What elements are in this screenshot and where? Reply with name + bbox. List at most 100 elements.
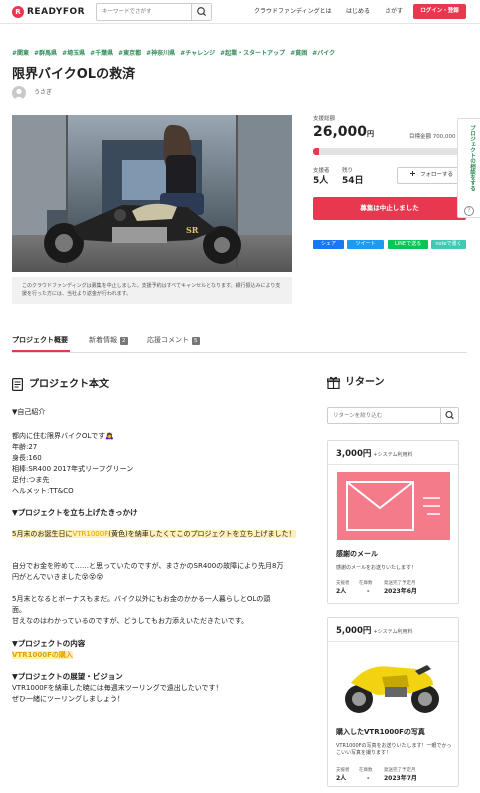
reward-price: 3,000円 +システム利用料 — [336, 449, 413, 459]
reward-stock: - — [367, 588, 370, 595]
why-heading: ▼プロジェクトを立ち上げたきっかけ — [12, 508, 138, 517]
card-divider — [328, 641, 458, 642]
intro-line: 年齢:27 — [12, 443, 38, 451]
search-box — [96, 3, 212, 21]
intro-line: 都内に住む限界バイクOLです🙇‍♀️ — [12, 432, 114, 440]
search-input[interactable] — [102, 4, 188, 20]
intro-line: 身長:160 — [12, 454, 42, 462]
remaining-days: 54日 — [342, 176, 364, 186]
reward-filter-button[interactable] — [440, 408, 458, 423]
why-paragraph: 面。 — [12, 606, 26, 614]
why-paragraph: 自分でお金を貯めて……と思っていたのですが、まさかのSR400の故障により先月8… — [12, 562, 284, 570]
consult-label: プロジェクトの相談をする — [469, 125, 475, 191]
tag-link[interactable]: #バイク — [312, 50, 335, 57]
document-icon — [12, 378, 24, 393]
tab-news[interactable]: 新着情報 2 — [89, 336, 128, 345]
consult-side-tab[interactable]: プロジェクトの相談をする ? — [457, 118, 480, 218]
reward-description: VTR1000Fの写真をお送りいたします！一眼でかっこいい写真を撮ります！ — [336, 743, 452, 756]
meta-label: 発送完了予定月 — [384, 768, 416, 773]
body-section-title: プロジェクト本文 — [29, 379, 109, 390]
tag-link[interactable]: #群馬県 — [34, 50, 57, 57]
intro-line: 相棒:SR400 2017年式リーフグリーン — [12, 465, 134, 473]
intro-heading: ▼自己紹介 — [12, 408, 46, 416]
meta-label: 発送完了予定月 — [384, 581, 416, 586]
stopped-notice: このクラウドファンディングは募集を中止しました。支援予約はすべてキャンセルとなり… — [12, 277, 292, 304]
reward-supporters: 2人 — [336, 588, 347, 595]
logo-text[interactable]: READYFOR — [27, 6, 85, 18]
avatar[interactable] — [12, 86, 26, 100]
login-button[interactable]: ログイン・登録 — [413, 4, 466, 19]
content-highlight: VTR1000Fの購入 — [12, 651, 73, 659]
mail-icon — [337, 472, 450, 540]
rewards-section-title: リターン — [345, 377, 385, 388]
search-button[interactable] — [191, 4, 211, 20]
reward-stock: - — [367, 775, 370, 782]
vision-heading: ▼プロジェクトの展望・ビジョン — [12, 672, 123, 681]
tag-link[interactable]: #埼玉県 — [62, 50, 85, 57]
user-icon — [14, 88, 24, 100]
intro-line: ヘルメット:TT&CO — [12, 487, 74, 495]
remaining-label: 残り — [342, 168, 354, 174]
motorcycle-photo — [337, 649, 450, 717]
vision-line: ぜひ一緒にツーリングしましょう！ — [12, 695, 124, 703]
news-count-badge: 2 — [120, 337, 128, 345]
raised-label: 支援総額 — [313, 116, 336, 122]
reward-filter-input[interactable] — [333, 408, 437, 423]
meta-label: 支援者 — [336, 768, 350, 773]
nav-explore[interactable]: さがす — [385, 7, 403, 17]
supporters-count: 5人 — [313, 176, 329, 186]
stopped-button[interactable]: 募集は中止しました — [313, 197, 466, 220]
twitter-share-button[interactable]: ツイート — [347, 240, 384, 249]
comments-count-badge: 5 — [192, 337, 200, 345]
help-icon: ? — [464, 206, 474, 216]
note-share-button[interactable]: noteで書く — [431, 240, 466, 249]
follow-button[interactable]: フォローする — [397, 167, 465, 184]
search-icon — [445, 410, 454, 420]
supporters-label: 支援者 — [313, 168, 330, 174]
reward-supporters: 2人 — [336, 775, 347, 782]
reward-description: 感謝のメールをお送りいたします！ — [336, 565, 417, 571]
tag-list: #関東 #群馬県 #埼玉県 #千葉県 #東京都 #神奈川県 #チャレンジ #起業・スタートアッ… — [12, 50, 472, 58]
meta-label: 在庫数 — [359, 581, 373, 586]
tag-link[interactable]: #起業・スタートアップ — [220, 50, 285, 57]
progress-fill — [313, 148, 320, 155]
content-heading: ▼プロジェクトの内容 — [12, 639, 86, 648]
reward-price: 5,000円 +システム利用料 — [336, 626, 413, 636]
svg-text:SR: SR — [186, 225, 199, 235]
reward-title: 感謝のメール — [336, 550, 378, 558]
why-paragraph: 5月末となるとボーナスもまだ。バイク以外にもお金のかかる一人暮らしとOLの頭 — [12, 595, 271, 603]
search-icon — [197, 7, 207, 17]
logo-icon[interactable]: R — [12, 6, 24, 18]
plus-icon — [409, 171, 415, 176]
tag-link[interactable]: #東京都 — [118, 50, 141, 57]
owner-name[interactable]: うさぎ — [34, 89, 52, 97]
funding-progress-bar — [313, 148, 473, 155]
raised-amount: 26,000円 — [313, 124, 375, 140]
reward-filter-box — [327, 407, 459, 424]
tag-link[interactable]: #神奈川県 — [146, 50, 175, 57]
card-divider — [328, 464, 458, 465]
reward-ship-month: 2023年6月 — [384, 588, 417, 595]
tag-link[interactable]: #チャレンジ — [180, 50, 215, 57]
line-share-button[interactable]: LINEで送る — [388, 240, 428, 249]
meta-label: 在庫数 — [359, 768, 373, 773]
tag-link[interactable]: #千葉県 — [90, 50, 113, 57]
tab-comments[interactable]: 応援コメント 5 — [147, 336, 200, 345]
nav-start[interactable]: はじめる — [346, 7, 370, 17]
vision-line: VTR1000Fを納車した暁には毎週末ツーリングで遠出したいです！ — [12, 684, 223, 692]
project-title: 限界バイクOLの救済 — [12, 67, 136, 82]
goal-amount: 目標金額 700,000 — [409, 134, 456, 140]
tag-link[interactable]: #関東 — [12, 50, 29, 57]
active-tab-indicator — [12, 350, 70, 352]
facebook-share-button[interactable]: シェア — [313, 240, 344, 249]
tag-link[interactable]: #貧困 — [290, 50, 307, 57]
project-main-image: SR — [12, 115, 292, 272]
why-highlight: 5月末のお誕生日にVTR1000F(黄色)を納車したくてこのプロジェクトを立ち上… — [12, 530, 296, 538]
reward-ship-month: 2023年7月 — [384, 775, 417, 782]
site-header: R READYFOR クラウドファンディングとは はじめる さがす ログイン・登… — [0, 0, 480, 24]
reward-card[interactable]: 3,000円 +システム利用料 感謝のメール 感謝のメールをお送りいたします！ 支… — [327, 440, 459, 604]
tab-overview[interactable]: プロジェクト概要 — [12, 336, 68, 345]
why-paragraph: 円がとんでいきました😵😵😵 — [12, 573, 104, 581]
nav-about[interactable]: クラウドファンディングとは — [254, 7, 332, 17]
reward-card[interactable]: 5,000円 +システム利用料 購入したVTR1000Fの写真 VTR1000Fの… — [327, 617, 459, 787]
